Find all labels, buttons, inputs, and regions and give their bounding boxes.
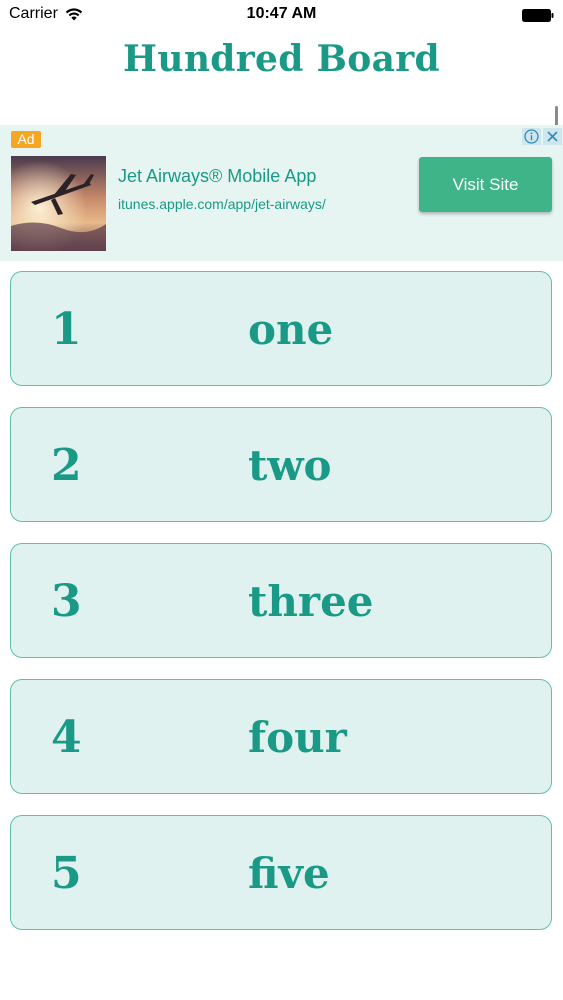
close-icon-glyph: [547, 131, 558, 142]
row-word: two: [248, 441, 332, 490]
ad-airplane-image[interactable]: [11, 156, 106, 251]
list-item[interactable]: 2 two: [10, 407, 552, 522]
battery-icon: [522, 9, 554, 22]
row-number: 1: [51, 304, 82, 355]
app-screen: Carrier 10:47 AM Hundred Board Ad Jet Ai…: [0, 0, 563, 1000]
ad-url[interactable]: itunes.apple.com/app/jet-airways/: [118, 196, 326, 212]
row-word: one: [248, 305, 334, 354]
row-word: four: [248, 713, 347, 762]
airplane-sunset-image: [11, 156, 106, 251]
list-item[interactable]: 4 four: [10, 679, 552, 794]
visit-site-button[interactable]: Visit Site: [419, 157, 552, 212]
row-word: five: [248, 849, 330, 898]
row-number: 4: [51, 712, 82, 763]
ad-badge: Ad: [11, 131, 41, 148]
list-item[interactable]: 5 five: [10, 815, 552, 930]
row-number: 3: [51, 576, 82, 627]
list-item[interactable]: 3 three: [10, 543, 552, 658]
ad-headline[interactable]: Jet Airways® Mobile App: [118, 166, 316, 187]
status-bar: Carrier 10:47 AM: [0, 0, 563, 30]
list-item[interactable]: 1 one: [10, 271, 552, 386]
row-number: 5: [51, 848, 82, 899]
info-icon-glyph: [524, 129, 539, 144]
status-time: 10:47 AM: [246, 5, 317, 22]
close-icon[interactable]: [543, 128, 562, 145]
info-icon[interactable]: [522, 128, 541, 145]
row-number: 2: [51, 440, 82, 491]
row-word: three: [248, 577, 374, 626]
page-title: Hundred Board: [123, 38, 440, 80]
